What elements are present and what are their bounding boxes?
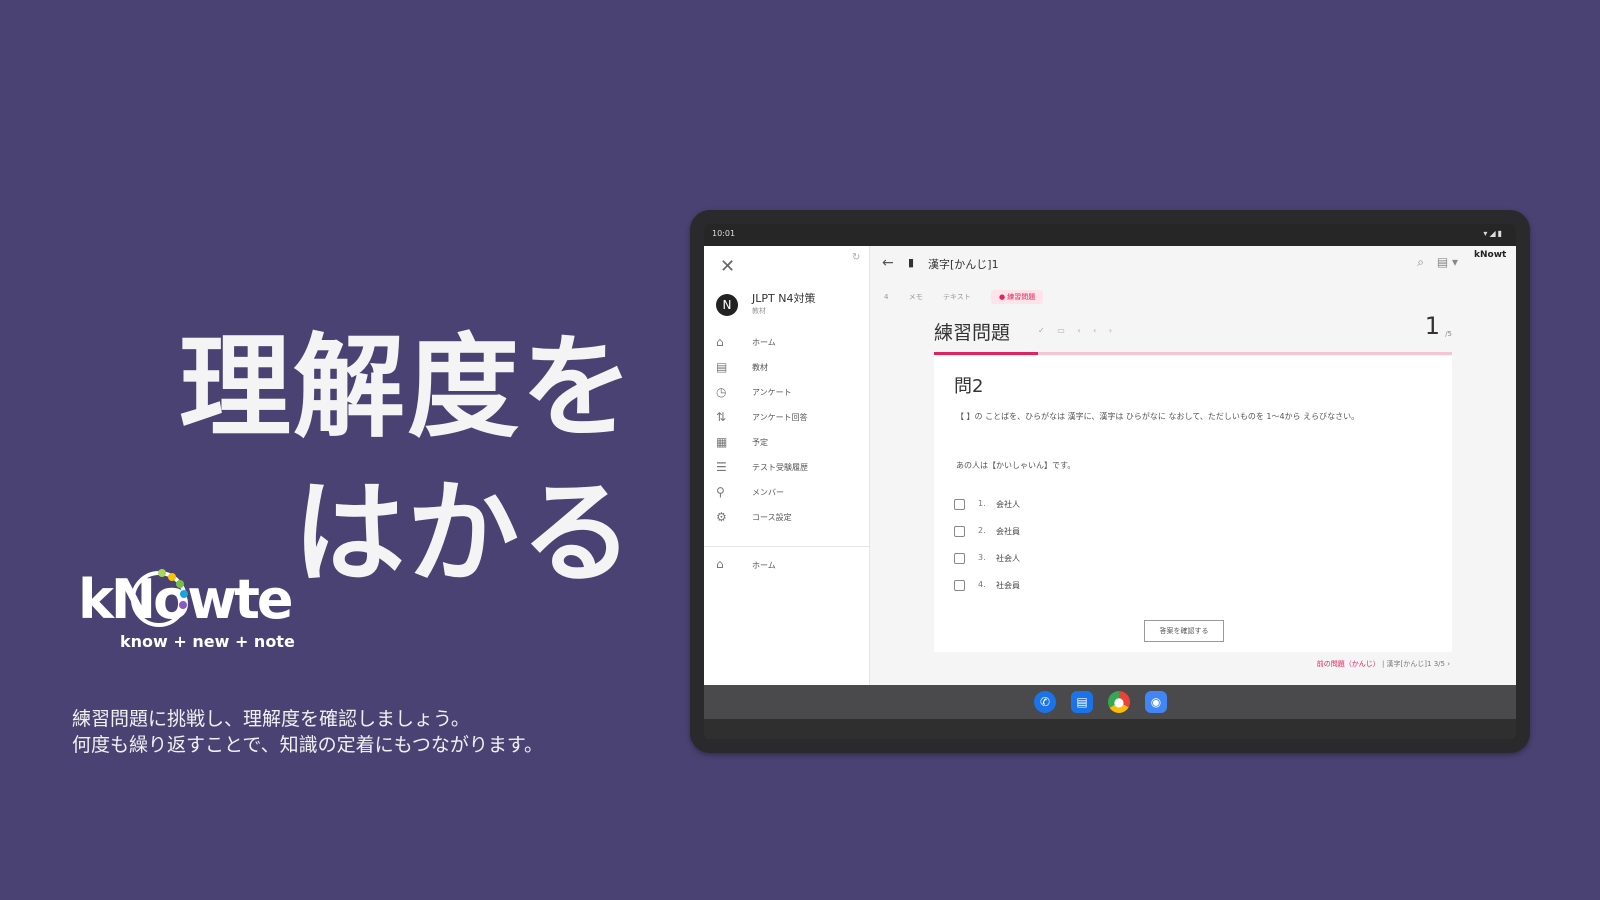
checkbox[interactable] — [954, 499, 965, 510]
logo-ring-icon — [131, 569, 188, 627]
app-top-bar: ← ▮ 漢字[かんじ]1 ⌕ ▤ ▾ kNowt — [870, 246, 1516, 284]
drawer-item-label: ホーム — [752, 338, 776, 347]
app-logo: kNowt — [1474, 250, 1507, 260]
home-icon: ⌂ — [716, 335, 724, 349]
bookmark-icon[interactable]: ▮ — [908, 256, 914, 269]
description-line-1: 練習問題に挑戦し、理解度を確認しましょう。 — [72, 708, 470, 730]
description-line-2: 何度も繰り返すことで、知識の定着にもつながります。 — [72, 734, 544, 756]
tablet-frame: 10:01 ▾◢▮ ✕ ↻ N JLPT N4対策 教材 ⌂ ホーム ▤ 教材 ◷ ア… — [690, 210, 1530, 753]
home-icon: ⌂ — [716, 557, 724, 571]
drawer-item-label: 予定 — [752, 438, 768, 447]
chrome-icon[interactable]: ● — [1108, 691, 1130, 713]
option-number: 4. — [978, 580, 986, 589]
description: 練習問題に挑戦し、理解度を確認しましょう。 何度も繰り返すことで、知識の定着にも… — [72, 706, 543, 758]
drawer-item-course-settings[interactable]: ⚙ コース設定 — [704, 505, 869, 530]
app-dock: ✆ ▤ ● ◉ — [704, 685, 1516, 719]
option-number: 1. — [978, 499, 986, 508]
drawer-item-test-history[interactable]: ☰ テスト受験履歴 — [704, 455, 869, 480]
crumb-memo[interactable]: メモ — [909, 292, 923, 302]
gear-icon: ⚙ — [716, 510, 727, 524]
status-time: 10:01 — [712, 229, 736, 238]
quiz-toolbar[interactable]: ✓ ▭ ‹ ‹ › — [1038, 326, 1117, 335]
drawer-item-label: アンケート回答 — [752, 413, 808, 422]
drawer-item-materials[interactable]: ▤ 教材 — [704, 355, 869, 380]
status-bar: 10:01 ▾◢▮ — [704, 224, 1516, 246]
list-icon: ☰ — [716, 460, 727, 474]
quiz-heading-row: 練習問題 ✓ ▭ ‹ ‹ › 1 /5 — [934, 312, 1452, 348]
drawer-item-label: アンケート — [752, 388, 792, 397]
search-icon[interactable]: ⌕ — [1417, 255, 1424, 270]
question-nav-footer: 前の問題（かんじ） | 漢字[かんじ]1 3/5 › — [1317, 659, 1450, 669]
option-text: 会社人 — [996, 500, 1020, 509]
book-icon: ▤ — [716, 360, 728, 374]
status-icons: ▾◢▮ — [1483, 229, 1504, 238]
calendar-icon: ▦ — [716, 435, 728, 449]
checkbox[interactable] — [954, 553, 965, 564]
question-instruction: 【 】の ことばを、ひらがなは 漢字に、漢字は ひらがなに なおして、ただしいも… — [956, 412, 1360, 421]
drawer-item-label: コース設定 — [752, 513, 792, 522]
course-title: JLPT N4対策 — [752, 292, 816, 305]
question-sentence: あの人は【かいしゃいん】です。 — [956, 461, 1076, 470]
headline-line-2: はかる — [293, 469, 635, 599]
phone-icon[interactable]: ✆ — [1034, 691, 1056, 713]
headline: 理解度を はかる — [179, 315, 635, 607]
checkbox[interactable] — [954, 526, 965, 537]
question-counter: 1 — [1424, 312, 1440, 340]
drawer-item-survey-answers[interactable]: ⇅ アンケート回答 — [704, 405, 869, 430]
option-number: 3. — [978, 553, 986, 562]
menu-icon[interactable]: ▤ ▾ — [1437, 255, 1458, 269]
drawer-item-label: メンバー — [752, 488, 784, 497]
drawer-item-home-bottom[interactable]: ⌂ ホーム — [704, 552, 869, 578]
question-counter-unit: /5 — [1445, 330, 1452, 338]
headline-line-1: 理解度を — [179, 323, 635, 453]
course-subtitle: 教材 — [752, 307, 766, 315]
sort-icon: ⇅ — [716, 410, 727, 424]
drawer-item-members[interactable]: ⚲ メンバー — [704, 480, 869, 505]
crumb-text[interactable]: テキスト — [943, 292, 971, 302]
main-content: ← ▮ 漢字[かんじ]1 ⌕ ▤ ▾ kNowt 4 メモ テキスト ● 練習問… — [870, 246, 1516, 685]
refresh-icon[interactable]: ↻ — [852, 252, 860, 263]
drawer-item-home[interactable]: ⌂ ホーム — [704, 330, 869, 355]
progress-bar-fill — [934, 352, 1038, 355]
knowte-logo: kNowte know + new + note — [78, 569, 328, 670]
drawer-item-label: 教材 — [752, 363, 768, 372]
drawer-item-schedule[interactable]: ▦ 予定 — [704, 430, 869, 455]
check-answer-button[interactable]: 答案を確認する — [1144, 620, 1224, 642]
clock-icon: ◷ — [716, 385, 727, 399]
crumb-count[interactable]: 4 — [884, 293, 888, 301]
progress-bar — [934, 352, 1452, 355]
drawer-item-survey[interactable]: ◷ アンケート — [704, 380, 869, 405]
option-text: 会社員 — [996, 527, 1020, 536]
page-title: 漢字[かんじ]1 — [928, 258, 999, 271]
prev-question-link[interactable]: 前の問題（かんじ） — [1317, 660, 1380, 668]
quiz-heading: 練習問題 — [934, 322, 1011, 344]
footer-position[interactable]: | 漢字[かんじ]1 3/5 › — [1380, 660, 1450, 668]
breadcrumb: 4 メモ テキスト ● 練習問題 — [884, 290, 1061, 304]
close-icon[interactable]: ✕ — [720, 256, 735, 277]
drawer-menu: ⌂ ホーム ▤ 教材 ◷ アンケート ⇅ アンケート回答 ▦ 予定 ☰ テスト受験履歴 ⚲ メ… — [704, 330, 869, 530]
checkbox[interactable] — [954, 580, 965, 591]
crumb-practice[interactable]: ● 練習問題 — [990, 290, 1044, 304]
messages-icon[interactable]: ▤ — [1071, 691, 1093, 713]
drawer-item-label: テスト受験履歴 — [752, 463, 808, 472]
course-avatar: N — [716, 294, 738, 316]
nav-drawer: ✕ ↻ N JLPT N4対策 教材 ⌂ ホーム ▤ 教材 ◷ アンケート ⇅ アンケー… — [704, 246, 870, 685]
app-window: ✕ ↻ N JLPT N4対策 教材 ⌂ ホーム ▤ 教材 ◷ アンケート ⇅ アンケー… — [704, 246, 1516, 685]
option-text: 社会員 — [996, 581, 1020, 590]
question-card: 問2 【 】の ことばを、ひらがなは 漢字に、漢字は ひらがなに なおして、ただ… — [934, 356, 1452, 652]
tablet-screen: 10:01 ▾◢▮ ✕ ↻ N JLPT N4対策 教材 ⌂ ホーム ▤ 教材 ◷ ア… — [704, 224, 1516, 739]
back-arrow-icon[interactable]: ← — [882, 255, 894, 271]
option-number: 2. — [978, 526, 986, 535]
question-title: 問2 — [954, 376, 984, 397]
drawer-item-label: ホーム — [752, 561, 776, 570]
option-text: 社会人 — [996, 554, 1020, 563]
drawer-divider — [704, 546, 869, 547]
camera-icon[interactable]: ◉ — [1145, 691, 1167, 713]
person-icon: ⚲ — [716, 485, 725, 499]
logo-tagline: know + new + note — [120, 632, 295, 651]
system-nav-bar — [704, 719, 1516, 739]
